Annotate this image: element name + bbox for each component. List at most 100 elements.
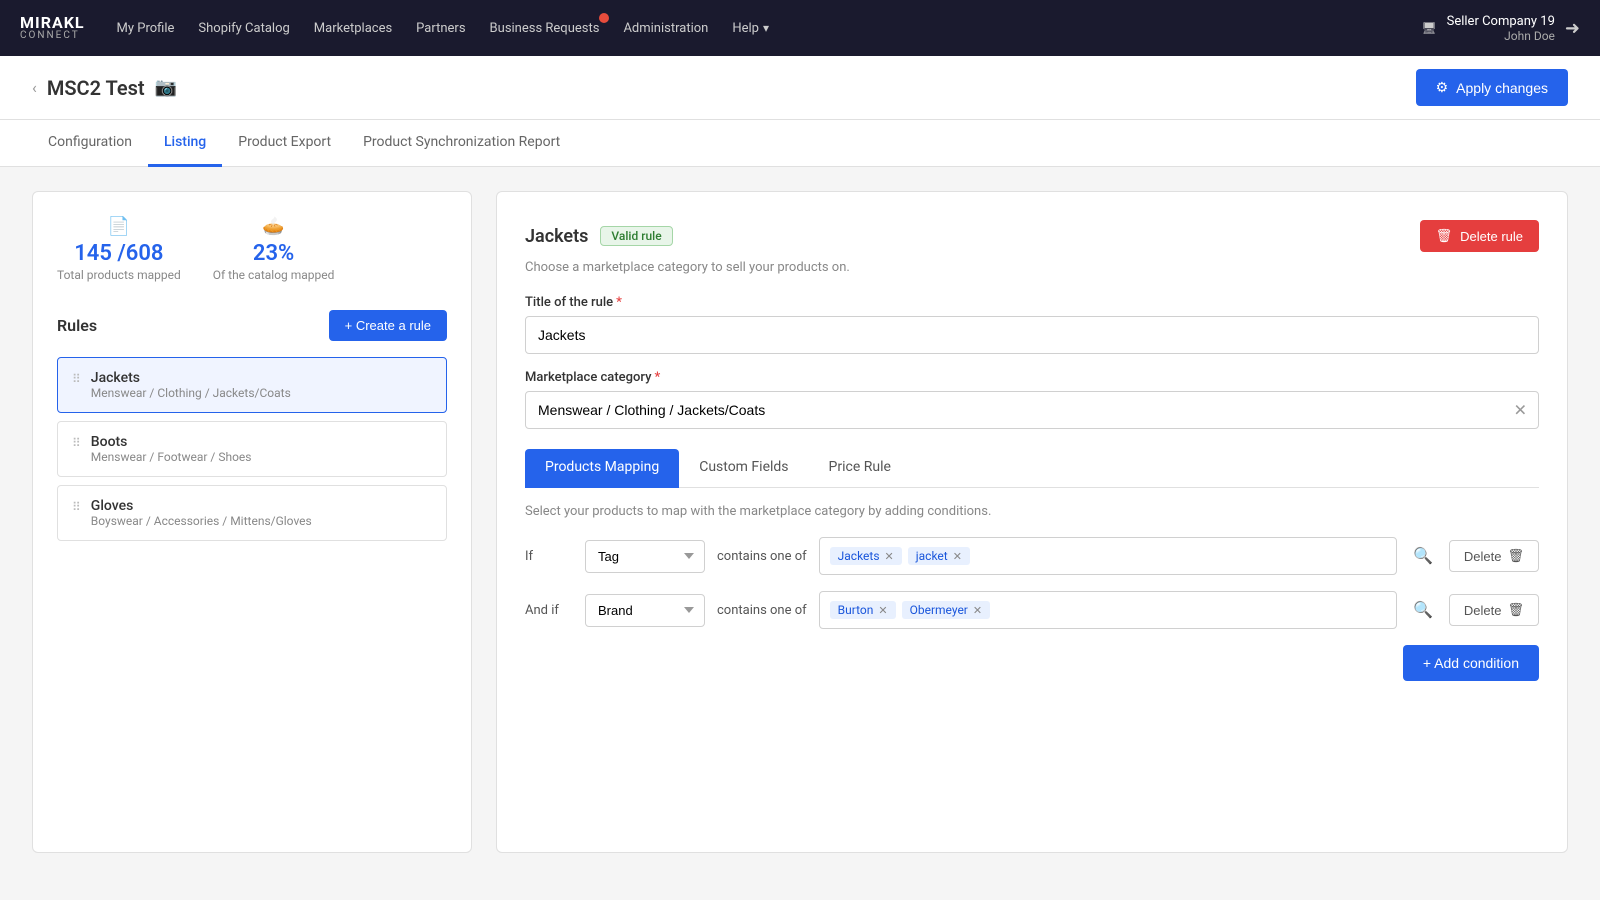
tag-chip-jacket: jacket ✕ <box>908 547 970 565</box>
stat-number-mapped: 145 /608 <box>74 241 163 266</box>
drag-handle-icon: ⠿ <box>72 498 81 514</box>
monitor-icon: 🖥 <box>1421 21 1436 35</box>
left-panel: 📄 145 /608 Total products mapped 🥧 23% O… <box>32 191 472 853</box>
rule-item-boots[interactable]: ⠿ Boots Menswear / Footwear / Shoes <box>57 421 447 477</box>
tab-product-sync-report[interactable]: Product Synchronization Report <box>347 120 576 167</box>
delete-condition-1-button[interactable]: Delete 🗑 <box>1449 540 1539 572</box>
rule-subtitle: Choose a marketplace category to sell yo… <box>525 260 1539 275</box>
subtab-products-mapping[interactable]: Products Mapping <box>525 449 679 488</box>
nav-administration[interactable]: Administration <box>623 21 708 36</box>
condition-prefix-2: And if <box>525 603 573 618</box>
camera-icon[interactable]: 📷 <box>155 77 177 98</box>
category-clear-icon[interactable]: ✕ <box>1514 401 1527 420</box>
remove-tag-jacket[interactable]: ✕ <box>953 550 962 563</box>
create-rule-button[interactable]: + Create a rule <box>329 310 447 341</box>
delete-rule-button[interactable]: 🗑 Delete rule <box>1420 220 1539 252</box>
condition-tags-1[interactable]: Jackets ✕ jacket ✕ <box>819 537 1397 575</box>
nav-my-profile[interactable]: My Profile <box>117 21 175 36</box>
stat-catalog-mapped: 🥧 23% Of the catalog mapped <box>213 216 335 282</box>
user-name: John Doe <box>1447 29 1555 43</box>
stat-products-mapped: 📄 145 /608 Total products mapped <box>57 216 181 282</box>
trash-icon: 🗑 <box>1436 228 1453 244</box>
rules-title: Rules <box>57 316 97 335</box>
title-of-rule-input[interactable] <box>525 316 1539 354</box>
main-content: 📄 145 /608 Total products mapped 🥧 23% O… <box>0 167 1600 877</box>
marketplace-category-input[interactable] <box>525 391 1539 429</box>
category-input-wrapper: ✕ <box>525 391 1539 429</box>
rule-item-gloves[interactable]: ⠿ Gloves Boyswear / Accessories / Mitten… <box>57 485 447 541</box>
tab-product-export[interactable]: Product Export <box>222 120 347 167</box>
catalog-icon: 🥧 <box>262 216 284 237</box>
condition-tags-2[interactable]: Burton ✕ Obermeyer ✕ <box>819 591 1397 629</box>
rules-header: Rules + Create a rule <box>57 310 447 341</box>
user-info: 🖥 Seller Company 19 John Doe ➜ <box>1421 14 1580 43</box>
logo-connect: CONNECT <box>20 31 85 41</box>
remove-tag-burton[interactable]: ✕ <box>878 604 887 617</box>
tag-chip-obermeyer: Obermeyer ✕ <box>902 601 990 619</box>
stat-number-catalog: 23% <box>253 241 294 266</box>
remove-tag-obermeyer[interactable]: ✕ <box>973 604 982 617</box>
tabs-bar: Configuration Listing Product Export Pro… <box>0 120 1600 167</box>
stat-label-catalog: Of the catalog mapped <box>213 268 335 282</box>
condition-field-select-2[interactable]: Tag Brand Product Type Vendor Collection <box>585 594 705 627</box>
nav-shopify-catalog[interactable]: Shopify Catalog <box>198 21 289 36</box>
drag-handle-icon: ⠿ <box>72 434 81 450</box>
page-header: ‹ MSC2 Test 📷 ⚙ Apply changes <box>0 56 1600 120</box>
delete-icon-1: 🗑 <box>1507 548 1524 564</box>
nav-marketplaces[interactable]: Marketplaces <box>314 21 392 36</box>
drag-handle-icon: ⠿ <box>72 370 81 386</box>
rule-path-jackets: Menswear / Clothing / Jackets/Coats <box>91 386 291 400</box>
rule-path-gloves: Boyswear / Accessories / Mittens/Gloves <box>91 514 312 528</box>
logo[interactable]: MIRAKL CONNECT <box>20 15 85 41</box>
products-icon: 📄 <box>108 216 130 237</box>
tab-listing[interactable]: Listing <box>148 120 222 167</box>
page-title: MSC2 Test <box>47 76 145 100</box>
help-chevron-icon: ▾ <box>763 21 769 35</box>
condition-row-2: And if Tag Brand Product Type Vendor Col… <box>525 591 1539 629</box>
title-required-marker: * <box>616 295 622 310</box>
search-condition-1-button[interactable]: 🔍 <box>1409 542 1437 570</box>
rule-name-gloves: Gloves <box>91 498 312 514</box>
logout-icon[interactable]: ➜ <box>1565 18 1580 39</box>
right-panel: Jackets Valid rule 🗑 Delete rule Choose … <box>496 191 1568 853</box>
nav-partners[interactable]: Partners <box>416 21 465 36</box>
delete-icon-2: 🗑 <box>1507 602 1524 618</box>
sub-tabs: Products Mapping Custom Fields Price Rul… <box>525 449 1539 488</box>
rule-path-boots: Menswear / Footwear / Shoes <box>91 450 252 464</box>
add-condition-button[interactable]: + Add condition <box>1403 645 1539 681</box>
condition-operator-1: contains one of <box>717 549 807 564</box>
search-condition-2-button[interactable]: 🔍 <box>1409 596 1437 624</box>
nav-help[interactable]: Help ▾ <box>732 21 769 36</box>
condition-prefix-1: If <box>525 549 573 564</box>
add-condition-row: + Add condition <box>525 645 1539 681</box>
back-arrow-icon[interactable]: ‹ <box>32 78 37 97</box>
nav-business-requests[interactable]: Business Requests <box>490 21 600 36</box>
subtab-custom-fields[interactable]: Custom Fields <box>679 449 808 488</box>
title-field-label: Title of the rule * <box>525 295 1539 310</box>
logo-mirakl: MIRAKL <box>20 15 85 31</box>
conditions-hint: Select your products to map with the mar… <box>525 504 1539 519</box>
tag-chip-burton: Burton ✕ <box>830 601 896 619</box>
user-company: Seller Company 19 <box>1447 14 1555 29</box>
apply-changes-button[interactable]: ⚙ Apply changes <box>1416 69 1568 106</box>
tag-chip-jackets: Jackets ✕ <box>830 547 902 565</box>
business-requests-badge <box>599 13 609 23</box>
rule-detail-header: Jackets Valid rule 🗑 Delete rule <box>525 220 1539 252</box>
condition-operator-2: contains one of <box>717 603 807 618</box>
rule-name-boots: Boots <box>91 434 252 450</box>
condition-row-1: If Tag Brand Product Type Vendor Collect… <box>525 537 1539 575</box>
condition-field-select-1[interactable]: Tag Brand Product Type Vendor Collection <box>585 540 705 573</box>
rule-name-jackets: Jackets <box>91 370 291 386</box>
remove-tag-jackets[interactable]: ✕ <box>885 550 894 563</box>
stats-row: 📄 145 /608 Total products mapped 🥧 23% O… <box>57 216 447 282</box>
delete-condition-2-button[interactable]: Delete 🗑 <box>1449 594 1539 626</box>
tab-configuration[interactable]: Configuration <box>32 120 148 167</box>
navbar: MIRAKL CONNECT My Profile Shopify Catalo… <box>0 0 1600 56</box>
rule-item-jackets[interactable]: ⠿ Jackets Menswear / Clothing / Jackets/… <box>57 357 447 413</box>
stat-label-mapped: Total products mapped <box>57 268 181 282</box>
valid-badge: Valid rule <box>600 226 672 246</box>
gear-icon: ⚙ <box>1436 79 1449 96</box>
category-field-label: Marketplace category * <box>525 370 1539 385</box>
subtab-price-rule[interactable]: Price Rule <box>809 449 911 488</box>
rule-detail-title: Jackets <box>525 226 588 247</box>
